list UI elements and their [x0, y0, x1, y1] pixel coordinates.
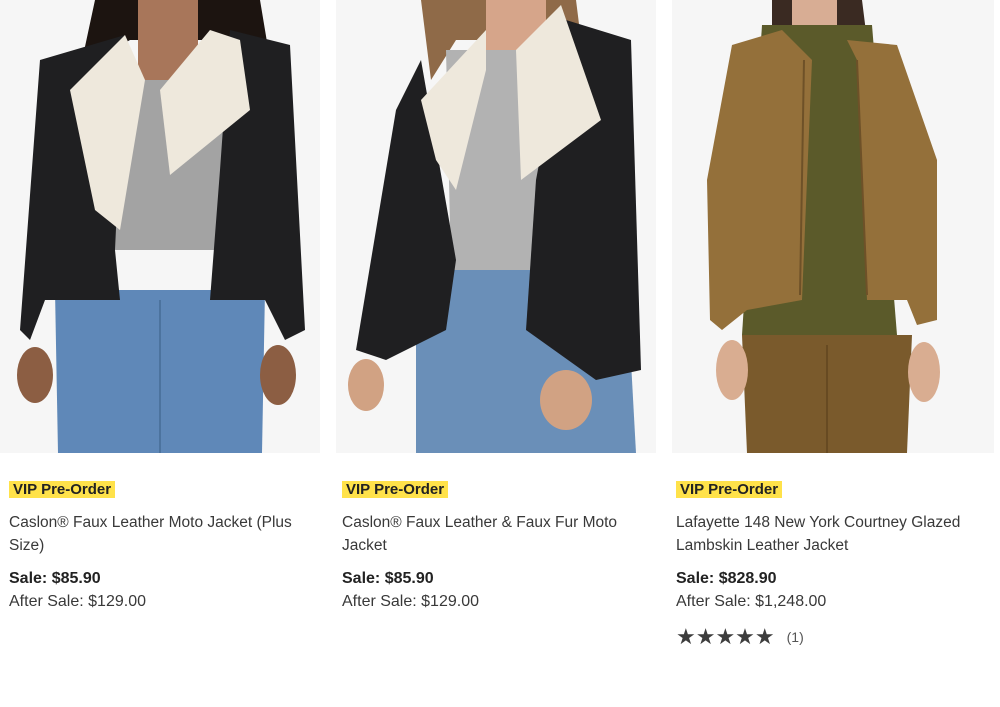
- sale-price: Sale: $85.90: [342, 570, 434, 587]
- jacket-photo-icon: [336, 0, 656, 453]
- sale-price: Sale: $85.90: [9, 570, 101, 587]
- jacket-photo-icon: [0, 0, 320, 453]
- rating[interactable]: ★★★★★ (1): [676, 626, 804, 648]
- product-image-2[interactable]: [336, 0, 656, 453]
- star-rating-icon: ★★★★★: [676, 624, 775, 649]
- vip-preorder-badge: VIP Pre-Order: [9, 481, 116, 498]
- review-count[interactable]: (1): [787, 629, 804, 645]
- vip-preorder-badge: VIP Pre-Order: [342, 481, 449, 498]
- vip-preorder-badge: VIP Pre-Order: [676, 481, 783, 498]
- jacket-photo-icon: [672, 0, 994, 453]
- after-sale-price: After Sale: $129.00: [9, 593, 146, 610]
- product-name[interactable]: Caslon® Faux Leather & Faux Fur Moto Jac…: [342, 511, 642, 557]
- after-sale-price: After Sale: $1,248.00: [676, 593, 827, 610]
- product-name[interactable]: Lafayette 148 New York Courtney Glazed L…: [676, 511, 976, 557]
- after-sale-price: After Sale: $129.00: [342, 593, 479, 610]
- product-name[interactable]: Caslon® Faux Leather Moto Jacket (Plus S…: [9, 511, 309, 557]
- sale-price: Sale: $828.90: [676, 570, 777, 587]
- product-image-3[interactable]: [672, 0, 994, 453]
- product-image-1[interactable]: [0, 0, 320, 453]
